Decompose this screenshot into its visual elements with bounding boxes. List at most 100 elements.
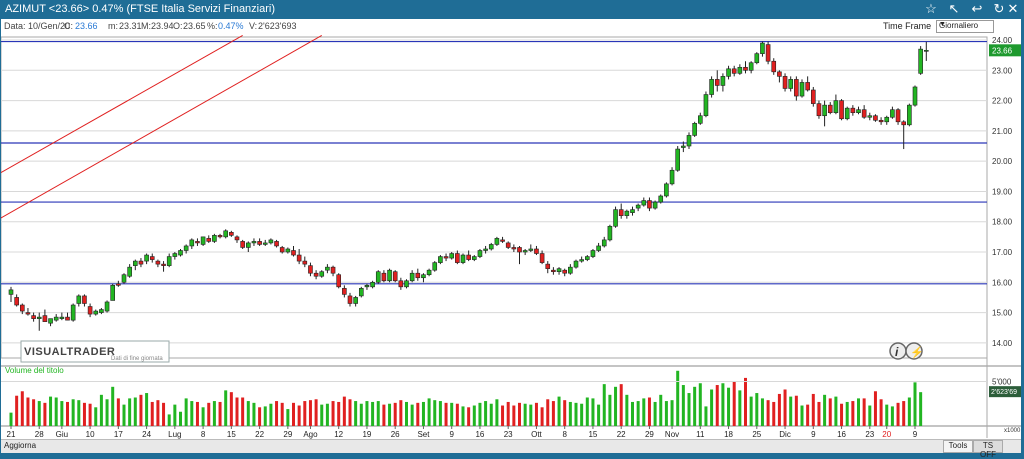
- candle: [895, 108, 901, 125]
- volume-bar: [207, 402, 211, 426]
- candle-body: [692, 123, 697, 136]
- volume-bar: [365, 401, 369, 426]
- ts-off-button[interactable]: TS OFF: [973, 440, 1003, 459]
- candle-body: [658, 195, 664, 203]
- y-tick-label: 16.00: [992, 278, 1013, 287]
- candle: [296, 248, 302, 265]
- draw-arrow-icon[interactable]: ↖: [946, 1, 962, 17]
- volume-value: 2'623'693: [258, 21, 297, 31]
- back-icon[interactable]: ↩: [969, 1, 985, 17]
- x-tick-label: 19: [362, 430, 371, 439]
- volume-bar: [472, 405, 476, 426]
- volume-bar: [410, 404, 414, 426]
- candle: [471, 255, 477, 262]
- candle: [48, 318, 53, 327]
- volume-bar: [20, 391, 24, 426]
- candle: [500, 236, 505, 243]
- candle: [799, 79, 805, 98]
- star-icon[interactable]: ☆: [923, 1, 939, 17]
- candle: [127, 264, 132, 278]
- candle-body: [511, 247, 517, 250]
- candle-body: [262, 242, 268, 245]
- close-icon[interactable]: ✕: [1005, 1, 1021, 17]
- volume-bar: [388, 403, 392, 426]
- candle-body: [212, 235, 217, 242]
- candle-body: [200, 236, 206, 245]
- candle-body: [748, 62, 754, 71]
- candle: [460, 253, 466, 265]
- candle-body: [257, 241, 262, 245]
- x-tick-label: 29: [645, 430, 654, 439]
- candle-body: [907, 104, 912, 126]
- candle: [161, 261, 166, 272]
- volume-bar: [484, 401, 488, 426]
- x-tick-label: 24: [142, 430, 151, 439]
- candle-body: [810, 89, 816, 104]
- volume-bar: [60, 401, 64, 426]
- volume-bar: [393, 402, 397, 426]
- x-tick-label: 15: [227, 430, 236, 439]
- candle: [827, 102, 833, 115]
- volume-bar: [625, 394, 629, 426]
- volume-bar: [902, 401, 906, 426]
- candle-body: [144, 254, 149, 262]
- candle: [99, 308, 104, 315]
- candle-body: [76, 295, 82, 304]
- candle: [166, 253, 172, 268]
- candle-body: [500, 239, 505, 242]
- candle: [545, 261, 551, 274]
- x-tick-label: 11: [696, 430, 705, 439]
- candle-body: [455, 253, 460, 263]
- candle: [596, 242, 601, 253]
- candle-body: [87, 306, 93, 315]
- candle-body: [703, 94, 709, 117]
- info-icon[interactable]: i: [889, 342, 907, 360]
- candle-body: [116, 283, 121, 286]
- volume-bar: [297, 405, 301, 426]
- candle-body: [522, 250, 528, 253]
- candle: [494, 236, 500, 246]
- candle: [14, 294, 19, 307]
- bottom-bar: Aggiorna Tools TS OFF: [1, 439, 1021, 459]
- candle: [415, 268, 421, 281]
- low-label: m:: [108, 21, 118, 31]
- timeframe-select[interactable]: Giornaliero ▼: [936, 20, 994, 33]
- volume-bar: [128, 398, 132, 426]
- candle-body: [488, 244, 494, 250]
- candle-body: [675, 148, 681, 171]
- svg-text:⚡: ⚡: [910, 346, 924, 359]
- update-link[interactable]: Aggiorna: [4, 441, 36, 450]
- volume-bar: [749, 396, 753, 426]
- candle: [658, 194, 664, 204]
- chart-area[interactable]: 24.00 23.00 22.00 21.00 20.00 19.00 18.00 17.00…: [0, 34, 1021, 439]
- candle: [342, 285, 347, 298]
- trend-line[interactable]: [0, 35, 243, 174]
- volume-bar: [354, 401, 358, 426]
- candle-body: [53, 316, 59, 321]
- volume-bar: [857, 398, 860, 426]
- candle-body: [551, 269, 556, 272]
- volume-bar: [670, 400, 674, 426]
- volume-bar: [608, 394, 612, 426]
- volume-bar: [325, 403, 329, 426]
- tools-button[interactable]: Tools: [943, 440, 973, 453]
- candle-body: [246, 242, 251, 248]
- candle: [579, 256, 584, 263]
- candle: [291, 245, 296, 257]
- candle: [686, 132, 692, 150]
- volume-bar: [772, 401, 776, 426]
- candle: [794, 76, 799, 101]
- candle-body: [398, 280, 404, 288]
- candle-body: [155, 260, 161, 265]
- candle: [308, 262, 313, 277]
- candle: [488, 242, 494, 251]
- quote-info-bar: Data: 10/Gen/20 C: 23.66 m: 23.31 M: 23.…: [1, 19, 1021, 34]
- candle-body: [777, 71, 782, 77]
- volume-bar: [258, 407, 262, 426]
- lightning-icon[interactable]: ⚡: [905, 342, 924, 360]
- candle: [731, 65, 737, 77]
- candle-body: [415, 272, 421, 279]
- volume-bar: [585, 397, 589, 426]
- window-title: AZIMUT <23.66> 0.47% (FTSE Italia Serviz…: [5, 3, 276, 15]
- y-tick-label: 14.00: [992, 339, 1013, 348]
